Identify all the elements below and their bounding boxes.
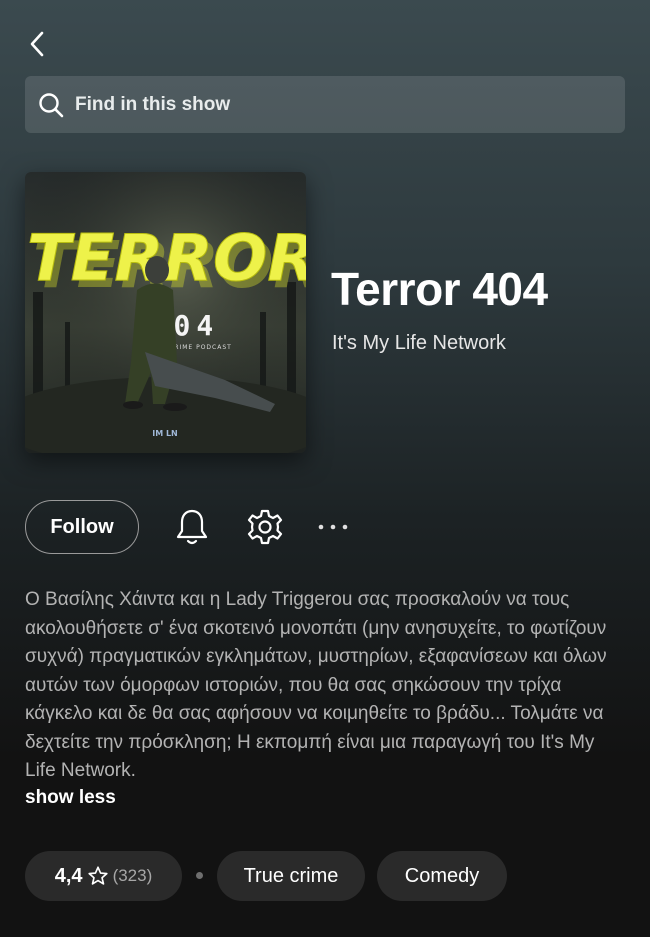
star-outline-icon — [87, 865, 109, 887]
show-description: Ο Βασίλης Χάιντα και η Lady Triggerou σα… — [25, 589, 607, 781]
separator-dot — [196, 872, 203, 879]
cover-wordmark: TERROR — [27, 222, 306, 296]
rating-pill[interactable]: 4,4 (323) — [25, 851, 182, 901]
search-placeholder: Find in this show — [75, 93, 231, 115]
follow-button[interactable]: Follow — [25, 500, 139, 554]
rating-value: 4,4 — [54, 864, 83, 887]
back-button[interactable] — [22, 28, 52, 60]
show-title: Terror 404 — [331, 263, 548, 315]
show-less-button[interactable]: show less — [25, 787, 116, 809]
tag-true-crime[interactable]: True crime — [217, 851, 365, 901]
chevron-left-icon — [30, 31, 44, 57]
rating-count: (323) — [112, 866, 153, 885]
more-options-icon[interactable] — [313, 510, 353, 544]
search-input[interactable]: Find in this show — [25, 76, 625, 133]
cover-logo: IM LN — [152, 429, 178, 438]
show-publisher[interactable]: It's My Life Network — [332, 332, 506, 355]
gear-icon[interactable] — [244, 505, 286, 549]
bell-icon[interactable] — [172, 505, 212, 549]
show-cover-art: TERROR TERROR 404 A TRUE CRIME PODCAST I… — [25, 172, 306, 453]
tag-comedy[interactable]: Comedy — [377, 851, 507, 901]
search-icon — [37, 91, 65, 119]
